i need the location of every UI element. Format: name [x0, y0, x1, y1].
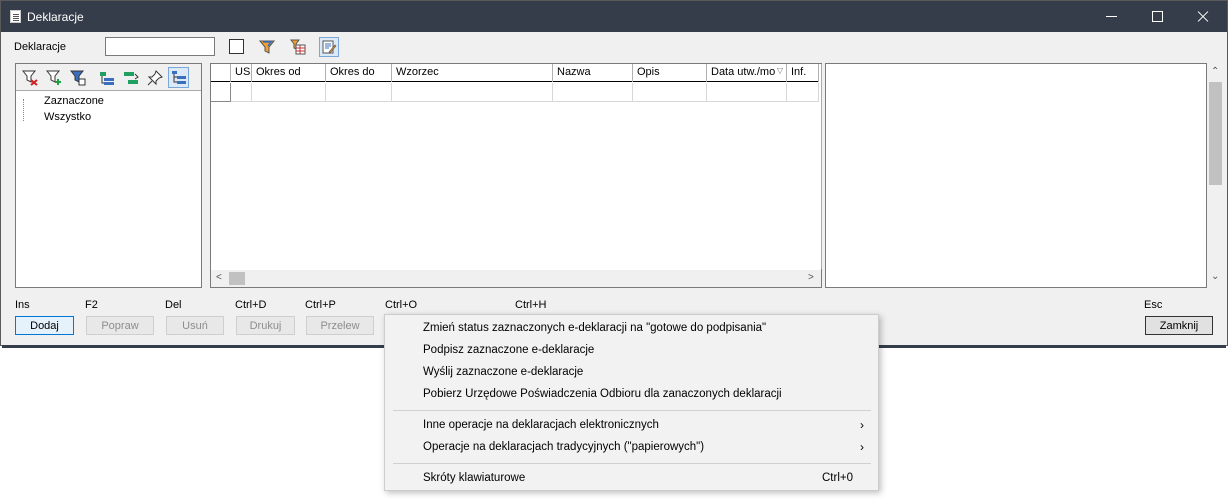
document-icon — [10, 10, 21, 23]
scroll-down-icon[interactable]: ⌄ — [1211, 271, 1219, 282]
tree-connector — [23, 99, 29, 121]
shortcut-print: Ctrl+D — [235, 299, 267, 311]
shortcut-edit: F2 — [85, 299, 98, 311]
menu-item-sign[interactable]: Podpisz zaznaczone e-deklaracje — [423, 344, 594, 356]
menu-separator — [393, 410, 871, 411]
grid-cell[interactable] — [392, 83, 553, 102]
print-button[interactable]: Drukuj — [236, 316, 295, 335]
grid-cell[interactable] — [231, 83, 252, 102]
filter-icon[interactable] — [258, 38, 276, 56]
scroll-left-icon[interactable]: < — [216, 272, 222, 283]
filter-remove-icon[interactable] — [21, 69, 39, 87]
vertical-scrollbar[interactable]: ⌃ ⌄ — [1207, 63, 1224, 288]
declarations-window: Deklaracje Deklaracje Zaznaczone Wszystk… — [0, 0, 1228, 346]
column-header-period-to[interactable]: Okres do — [326, 64, 392, 82]
column-header-name[interactable]: Nazwa — [553, 64, 633, 82]
filter-table-icon[interactable] — [289, 38, 307, 56]
menu-item-send[interactable]: Wyślij zaznaczone e-deklaracje — [423, 366, 583, 378]
grid-header: US Okres od Okres do Wzorzec Nazwa Opis … — [211, 64, 819, 82]
grid-corner — [211, 64, 231, 82]
filter-edit-icon[interactable] — [69, 69, 87, 87]
grid-cell[interactable] — [787, 83, 819, 102]
tree-collapse-icon[interactable] — [122, 69, 140, 87]
add-button[interactable]: Dodaj — [15, 316, 74, 335]
tree-panel: Zaznaczone Wszystko — [15, 63, 202, 288]
shortcut-transfer: Ctrl+P — [305, 299, 336, 311]
submenu-chevron-icon: › — [860, 440, 864, 454]
shortcut-close: Esc — [1144, 299, 1163, 311]
scroll-right-icon[interactable]: > — [808, 272, 814, 283]
tree-item-selected[interactable]: Zaznaczone — [44, 95, 104, 107]
menu-item-shortcut-hint: Ctrl+0 — [822, 472, 853, 484]
grid-cell[interactable] — [707, 83, 787, 102]
menu-item-electronic-operations[interactable]: Inne operacje na deklaracjach elektronic… — [423, 419, 659, 431]
menu-item-paper-operations[interactable]: Operacje na deklaracjach tradycyjnych ("… — [423, 441, 704, 453]
tree-toolbar — [16, 64, 201, 91]
column-header-us[interactable]: US — [231, 64, 252, 82]
close-window-button[interactable] — [1180, 1, 1226, 32]
delete-button[interactable]: Usuń — [166, 316, 224, 335]
maximize-button[interactable] — [1134, 1, 1180, 32]
column-header-template[interactable]: Wzorzec — [392, 64, 553, 82]
filter-input[interactable] — [105, 37, 215, 56]
column-header-description[interactable]: Opis — [633, 64, 707, 82]
grid-cell[interactable] — [326, 83, 392, 102]
pin-icon[interactable] — [146, 69, 164, 87]
column-header-period-from[interactable]: Okres od — [252, 64, 326, 82]
tree-item-all[interactable]: Wszystko — [44, 111, 91, 123]
tree-expand-icon[interactable] — [98, 69, 116, 87]
scroll-up-icon[interactable]: ⌃ — [1211, 66, 1219, 77]
shortcut-history: Ctrl+H — [515, 299, 547, 311]
column-header-created-date[interactable]: Data utw./mo ▽ — [707, 64, 787, 82]
window-title: Deklaracje — [27, 10, 84, 24]
grid-right-edge — [821, 64, 822, 269]
column-header-info[interactable]: Inf. — [787, 64, 819, 82]
column-header-created-date-label: Data utw./mo — [711, 66, 776, 78]
filter-add-icon[interactable] — [45, 69, 63, 87]
shortcut-delete: Del — [165, 299, 182, 311]
shortcut-operations: Ctrl+O — [385, 299, 418, 311]
edit-button[interactable]: Popraw — [86, 316, 154, 335]
submenu-chevron-icon: › — [860, 418, 864, 432]
grid-cell[interactable] — [633, 83, 707, 102]
declarations-grid: US Okres od Okres do Wzorzec Nazwa Opis … — [210, 63, 822, 288]
context-menu: Zmień status zaznaczonych e-deklaracji n… — [384, 314, 879, 491]
grid-cell[interactable] — [553, 83, 633, 102]
horizontal-scrollbar[interactable]: < > — [211, 270, 821, 287]
menu-item-change-status[interactable]: Zmień status zaznaczonych e-deklaracji n… — [423, 322, 766, 334]
edit-icon[interactable] — [319, 37, 339, 57]
tree-view-icon[interactable] — [168, 67, 189, 88]
transfer-button[interactable]: Przelew — [306, 316, 374, 335]
grid-cell[interactable] — [252, 83, 326, 102]
minimize-button[interactable] — [1088, 1, 1134, 32]
title-bar: Deklaracje — [1, 1, 1227, 32]
shortcut-add: Ins — [15, 299, 30, 311]
detail-panel — [825, 63, 1207, 288]
horizontal-scroll-thumb[interactable] — [229, 272, 245, 285]
filter-label: Deklaracje — [14, 41, 66, 53]
menu-item-keyboard-shortcuts[interactable]: Skróty klawiaturowe — [423, 472, 525, 484]
vertical-scroll-thumb[interactable] — [1209, 82, 1222, 185]
menu-separator — [393, 463, 871, 464]
close-button[interactable]: Zamknij — [1145, 316, 1213, 335]
column-filter-icon[interactable]: ▽ — [777, 66, 783, 75]
filter-checkbox[interactable] — [229, 39, 244, 54]
row-indicator — [211, 83, 231, 102]
menu-item-download-upo[interactable]: Pobierz Urzędowe Poświadczenia Odbioru d… — [423, 388, 782, 400]
